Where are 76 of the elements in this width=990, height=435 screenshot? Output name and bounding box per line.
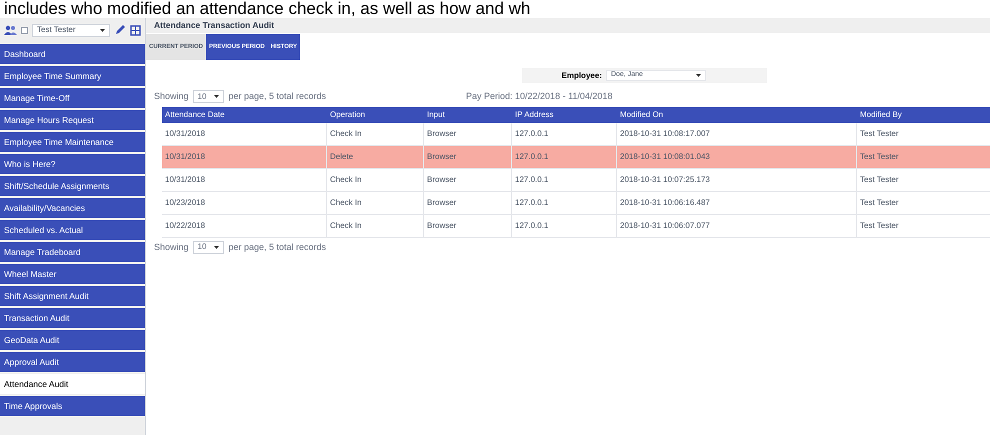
- grid-icon[interactable]: [130, 24, 141, 36]
- table-row[interactable]: 10/31/2018 Check In Browser 127.0.0.1 2018-10-31 10:07:25.173 Test Tester: [162, 168, 990, 192]
- sidebar-item[interactable]: GeoData Audit: [0, 330, 145, 350]
- table-row[interactable]: 10/23/2018 Check In Browser 127.0.0.1 2018-10-31 10:06:16.487 Test Tester: [162, 192, 990, 214]
- table-cell: 2018-10-31 10:06:07.077: [617, 214, 857, 236]
- table-row[interactable]: 10/22/2018 Check In Browser 127.0.0.1 2018-10-31 10:06:07.077 Test Tester: [162, 214, 990, 238]
- sidebar-item[interactable]: Employee Time Maintenance: [0, 132, 145, 152]
- table-cell: Browser: [424, 146, 512, 168]
- pay-period-label: Pay Period: 10/22/2018 - 11/04/2018: [466, 90, 612, 103]
- table-cell: Test Tester: [857, 122, 990, 144]
- table-cell: 127.0.0.1: [512, 122, 617, 144]
- table-cell: 2018-10-31 10:08:01.043: [617, 146, 857, 168]
- sidebar-item[interactable]: Shift/Schedule Assignments: [0, 176, 145, 196]
- table-cell: 127.0.0.1: [512, 214, 617, 236]
- table-cell: 10/23/2018: [162, 192, 327, 214]
- sidebar-item[interactable]: Manage Time-Off: [0, 88, 145, 108]
- table-cell: 127.0.0.1: [512, 146, 617, 168]
- table-cell: Check In: [327, 122, 424, 144]
- table-cell: Check In: [327, 168, 424, 190]
- table-cell: Delete: [327, 146, 424, 168]
- table-cell: 127.0.0.1: [512, 168, 617, 190]
- table-cell: 10/31/2018: [162, 168, 327, 190]
- sidebar-item[interactable]: Time Approvals: [0, 396, 145, 416]
- table-cell: Test Tester: [857, 168, 990, 190]
- pager-label: Showing: [154, 90, 189, 103]
- sidebar-item[interactable]: Approval Audit: [0, 352, 145, 372]
- table-cell: Test Tester: [857, 192, 990, 214]
- table-cell: 10/22/2018: [162, 214, 327, 236]
- column-header: Input: [426, 108, 446, 121]
- sidebar-item[interactable]: Wheel Master: [0, 264, 145, 284]
- caret-icon: [696, 74, 701, 77]
- page-title-bar: Attendance Transaction Audit: [146, 18, 990, 33]
- table-cell: Browser: [424, 192, 512, 214]
- pager-summary: per page, 5 total records: [228, 90, 326, 103]
- table-cell: Browser: [424, 122, 512, 144]
- checkbox[interactable]: [21, 26, 28, 34]
- video-caption: includes who modified an attendance check in, as well as how and wh: [3, 0, 532, 18]
- sidebar-item[interactable]: Employee Time Summary: [0, 66, 145, 86]
- table-cell: Test Tester: [857, 146, 990, 168]
- sidebar-item[interactable]: Attendance Audit: [0, 374, 145, 394]
- pager-summary: per page, 5 total records: [228, 240, 326, 254]
- sidebar-item[interactable]: Availability/Vacancies: [0, 198, 145, 218]
- page-size-select[interactable]: 10: [192, 240, 224, 254]
- table-row[interactable]: 10/31/2018 Check In Browser 127.0.0.1 2018-10-31 10:08:17.007 Test Tester: [162, 122, 990, 146]
- sidebar-item[interactable]: Transaction Audit: [0, 308, 145, 328]
- pencil-icon[interactable]: [114, 24, 126, 36]
- column-header: Operation: [329, 108, 366, 121]
- table-cell: Browser: [424, 214, 512, 236]
- table-cell: Test Tester: [857, 214, 990, 236]
- table-row[interactable]: 10/31/2018 Delete Browser 127.0.0.1 2018-10-31 10:08:01.043 Test Tester: [162, 146, 990, 168]
- sidebar-item[interactable]: Dashboard: [0, 44, 145, 64]
- table-cell: Check In: [327, 192, 424, 214]
- table-cell: 2018-10-31 10:07:25.173: [617, 168, 857, 190]
- sidebar-item[interactable]: Who is Here?: [0, 154, 145, 174]
- users-icon[interactable]: [4, 25, 17, 35]
- table-cell: 127.0.0.1: [512, 192, 617, 214]
- sidebar-item[interactable]: Manage Hours Request: [0, 110, 145, 130]
- sidebar-item[interactable]: Shift Assignment Audit: [0, 286, 145, 306]
- pager-label: Showing: [154, 240, 189, 254]
- page-size-select[interactable]: 10: [192, 90, 224, 104]
- table-cell: 2018-10-31 10:06:16.487: [617, 192, 857, 214]
- user-select[interactable]: Test Tester: [32, 24, 110, 36]
- table-cell: Browser: [424, 168, 512, 190]
- caret-icon: [100, 28, 105, 32]
- sidebar-item[interactable]: Scheduled vs. Actual: [0, 220, 145, 240]
- column-header: Modified On: [619, 108, 664, 120]
- table-cell: 10/31/2018: [162, 146, 327, 168]
- column-header: IP Address: [514, 108, 555, 120]
- column-header: Modified By: [859, 108, 903, 121]
- table-cell: Check In: [327, 214, 424, 236]
- caret-icon: [214, 95, 220, 98]
- table-cell: 10/31/2018: [162, 122, 327, 144]
- column-header: Attendance Date: [164, 108, 226, 120]
- sidebar-item[interactable]: Manage Tradeboard: [0, 242, 145, 262]
- caret-icon: [214, 246, 220, 249]
- table-cell: 2018-10-31 10:08:17.007: [617, 122, 857, 144]
